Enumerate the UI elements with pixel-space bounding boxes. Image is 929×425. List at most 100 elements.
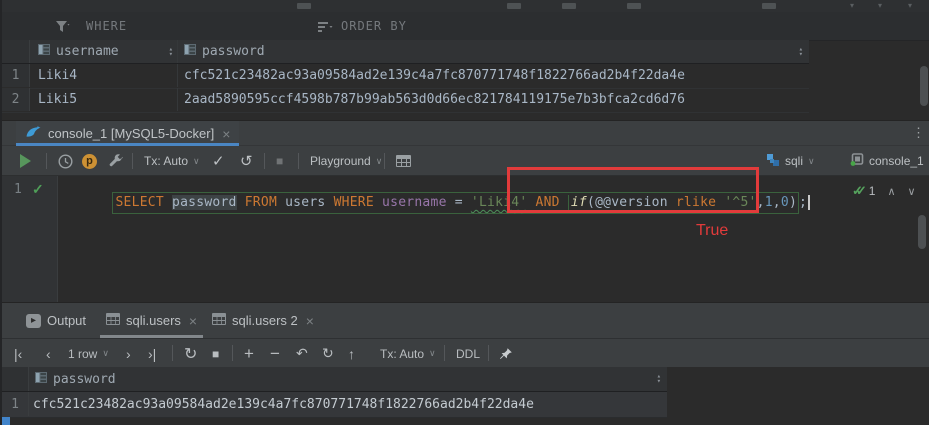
column-header-label: password: [53, 372, 657, 387]
kebab-menu-icon[interactable]: ⋮: [912, 125, 925, 141]
where-filter-field[interactable]: WHERE: [86, 19, 127, 33]
result-grid: password ▴▾ 1 cfc521c23482ac93a09584ad2e…: [2, 367, 929, 425]
cell-username[interactable]: Liki5: [30, 88, 178, 111]
add-row-button[interactable]: +: [244, 339, 254, 368]
toolbar-divider: [264, 153, 265, 169]
console-toolbar: p Tx: Auto∨ ✓ ↺ ■ Playground∨ sqli∨: [2, 146, 929, 176]
execution-history-icon[interactable]: [58, 146, 73, 176]
schema-dropdown[interactable]: sqli∨: [766, 146, 815, 176]
sql-statement-line[interactable]: SELECT password FROM users WHERE usernam…: [64, 180, 810, 225]
sort-toggle-icon[interactable]: ▴▾: [657, 374, 661, 384]
column-header-label: username: [56, 44, 169, 59]
order-by-icon[interactable]: [318, 20, 333, 38]
next-page-button[interactable]: ›: [126, 339, 131, 368]
sort-toggle-icon[interactable]: ▴▾: [169, 47, 173, 57]
stop-icon[interactable]: ■: [212, 339, 219, 368]
row-number: 2: [2, 88, 30, 111]
execution-result-badge: ✓✓ 1 ∧ ∨: [852, 183, 916, 199]
playground-dropdown[interactable]: Playground∨: [310, 146, 382, 176]
row-number: 1: [2, 392, 29, 416]
rollback-icon[interactable]: ↺: [240, 146, 253, 176]
profile-badge-icon[interactable]: p: [82, 146, 97, 176]
tab-output[interactable]: ▸ Output: [26, 303, 86, 338]
grid-header-row: username ▴▾ password ▴▾: [2, 40, 809, 64]
toolbar-fragment-icon: [562, 3, 576, 9]
close-icon[interactable]: ×: [306, 313, 314, 329]
tab-sqli-users-2[interactable]: sqli.users 2 ×: [212, 303, 314, 338]
column-header-password[interactable]: password ▴▾: [178, 40, 809, 63]
toolbar-fragment-icon: [507, 3, 521, 9]
reload-page-icon[interactable]: ↻: [184, 339, 197, 368]
cell-username[interactable]: Liki4: [30, 64, 178, 87]
statement-terminator: ;: [799, 195, 807, 210]
toolbar-divider: [132, 153, 133, 169]
previous-page-button[interactable]: ‹: [46, 339, 51, 368]
execute-button[interactable]: [20, 146, 31, 176]
filter-fragment-icon: ▾: [850, 1, 854, 10]
double-check-icon: ✓✓: [852, 183, 869, 199]
row-number: 1: [2, 64, 30, 87]
cell-password[interactable]: cfc521c23482ac93a09584ad2e139c4a7fc87077…: [29, 392, 667, 416]
table-row: 2 Liki5 2aad5890595ccf4598b787b99ab563d0…: [2, 88, 809, 113]
tab-sqli-users[interactable]: sqli.users ×: [106, 303, 197, 338]
submit-icon[interactable]: ↻: [322, 339, 334, 368]
cell-password[interactable]: cfc521c23482ac93a09584ad2e139c4a7fc87077…: [178, 64, 809, 87]
console-tab-bar: console_1 [MySQL5-Docker] × ⋮: [2, 120, 929, 146]
output-format-table-icon[interactable]: [396, 146, 411, 176]
datagrip-window: ▾ ▾ ▾ WHERE ORDER BY username ▴▾: [0, 0, 929, 425]
results-tab-bar: ▸ Output sqli.users × sqli.users 2 ×: [2, 302, 929, 338]
stop-icon[interactable]: ■: [276, 146, 283, 176]
sort-toggle-icon[interactable]: ▴▾: [799, 47, 803, 57]
tab-label: sqli.users: [126, 313, 181, 328]
close-icon[interactable]: ×: [222, 126, 230, 142]
table-grid-icon: [106, 313, 120, 328]
schema-icon: [766, 153, 780, 170]
page-size-dropdown[interactable]: 1 row∨: [68, 339, 109, 368]
executed-statement-highlight: SELECT password FROM users WHERE usernam…: [112, 192, 799, 214]
column-header-label: password: [202, 44, 799, 59]
cell-password[interactable]: 2aad5890595ccf4598b787b99ab563d0d66ec821…: [178, 88, 809, 111]
navigate-up-icon[interactable]: ∧: [887, 185, 895, 198]
ddl-button[interactable]: DDL: [456, 339, 480, 368]
session-dropdown[interactable]: console_1∨: [850, 146, 929, 176]
first-page-button[interactable]: |‹: [14, 339, 22, 368]
settings-wrench-icon[interactable]: [108, 146, 123, 176]
annotation-true-label: True: [696, 222, 728, 240]
toolbar-divider: [46, 153, 47, 169]
funnel-icon[interactable]: [56, 20, 71, 38]
filter-fragment-icon: ▾: [878, 1, 882, 10]
toolbar-divider: [172, 345, 173, 361]
revert-icon[interactable]: ↶: [296, 339, 308, 368]
upload-icon[interactable]: ↑: [348, 339, 355, 368]
tx-mode-dropdown[interactable]: Tx: Auto∨: [144, 146, 200, 176]
column-header-username[interactable]: username ▴▾: [30, 40, 178, 63]
panel-stripe-corner: [2, 417, 10, 425]
sql-editor[interactable]: 1 ✓ SELECT password FROM users WHERE use…: [2, 176, 929, 302]
grid-header-row: password ▴▾: [2, 367, 667, 392]
tab-console-1[interactable]: console_1 [MySQL5-Docker] ×: [16, 121, 239, 146]
close-icon[interactable]: ×: [189, 313, 197, 329]
output-icon: ▸: [26, 314, 41, 328]
text-caret: [808, 195, 810, 210]
last-page-button[interactable]: ›|: [148, 339, 156, 368]
editor-scrollbar[interactable]: [918, 215, 926, 249]
row-number-gutter-header: [2, 40, 30, 63]
vertical-scrollbar[interactable]: [920, 66, 928, 106]
toolbar-divider: [488, 345, 489, 361]
navigate-down-icon[interactable]: ∨: [908, 185, 916, 198]
tab-title: console_1 [MySQL5-Docker]: [48, 126, 214, 141]
tab-label: Output: [47, 313, 86, 328]
table-grid-icon: [212, 313, 226, 328]
column-icon: [184, 44, 196, 59]
toolbar-fragment-icon: [762, 3, 776, 9]
pin-tab-icon[interactable]: [499, 339, 513, 368]
order-by-filter-field[interactable]: ORDER BY: [341, 19, 407, 33]
tx-mode-dropdown[interactable]: Tx: Auto∨: [380, 339, 436, 368]
line-number: 1: [14, 182, 22, 197]
column-header-password[interactable]: password ▴▾: [29, 367, 667, 391]
delete-row-button[interactable]: −: [270, 339, 280, 368]
filter-fragment-icon: ▾: [908, 1, 912, 10]
commit-icon[interactable]: ✓: [212, 146, 225, 176]
row-number-gutter-header: [2, 367, 29, 391]
toolbar-divider: [232, 345, 233, 361]
